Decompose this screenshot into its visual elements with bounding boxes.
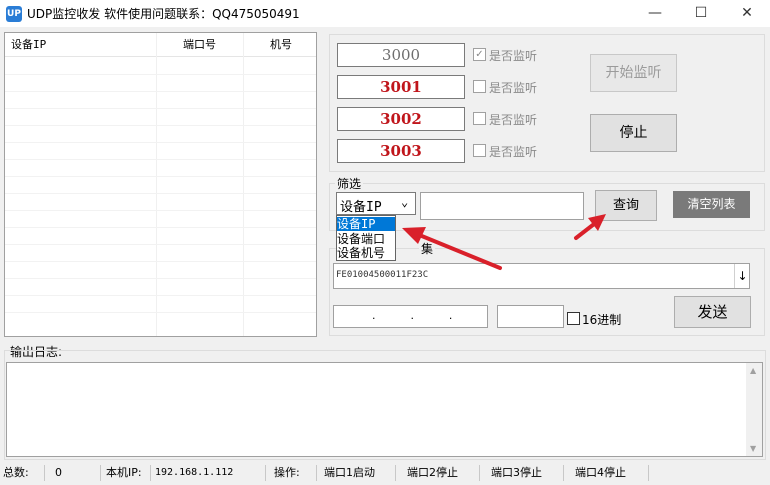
status-total-label: 总数: (3, 466, 29, 479)
scroll-up-icon[interactable]: ▲ (750, 366, 756, 375)
status-port2: 端口2停止 (407, 466, 458, 479)
status-separator (44, 465, 45, 481)
status-total-value: 0 (55, 466, 62, 479)
status-port3: 端口3停止 (491, 466, 542, 479)
status-op-label: 操作: (274, 466, 300, 479)
log-output[interactable]: ▲ ▼ (6, 362, 763, 457)
status-separator (479, 465, 480, 481)
status-separator (100, 465, 101, 481)
status-local-ip-label: 本机IP: (106, 466, 142, 479)
scroll-down-icon[interactable]: ▼ (750, 444, 756, 453)
status-separator (150, 465, 151, 481)
status-local-ip-value: 192.168.1.112 (155, 467, 234, 478)
status-port4: 端口4停止 (575, 466, 626, 479)
log-scrollbar[interactable]: ▲ ▼ (746, 363, 762, 456)
status-port1: 端口1启动 (324, 466, 375, 479)
red-arrow-icon (574, 214, 606, 240)
status-separator (265, 465, 266, 481)
status-separator (316, 465, 317, 481)
status-separator (563, 465, 564, 481)
red-arrow-icon (402, 227, 502, 270)
status-separator (648, 465, 649, 481)
status-separator (395, 465, 396, 481)
